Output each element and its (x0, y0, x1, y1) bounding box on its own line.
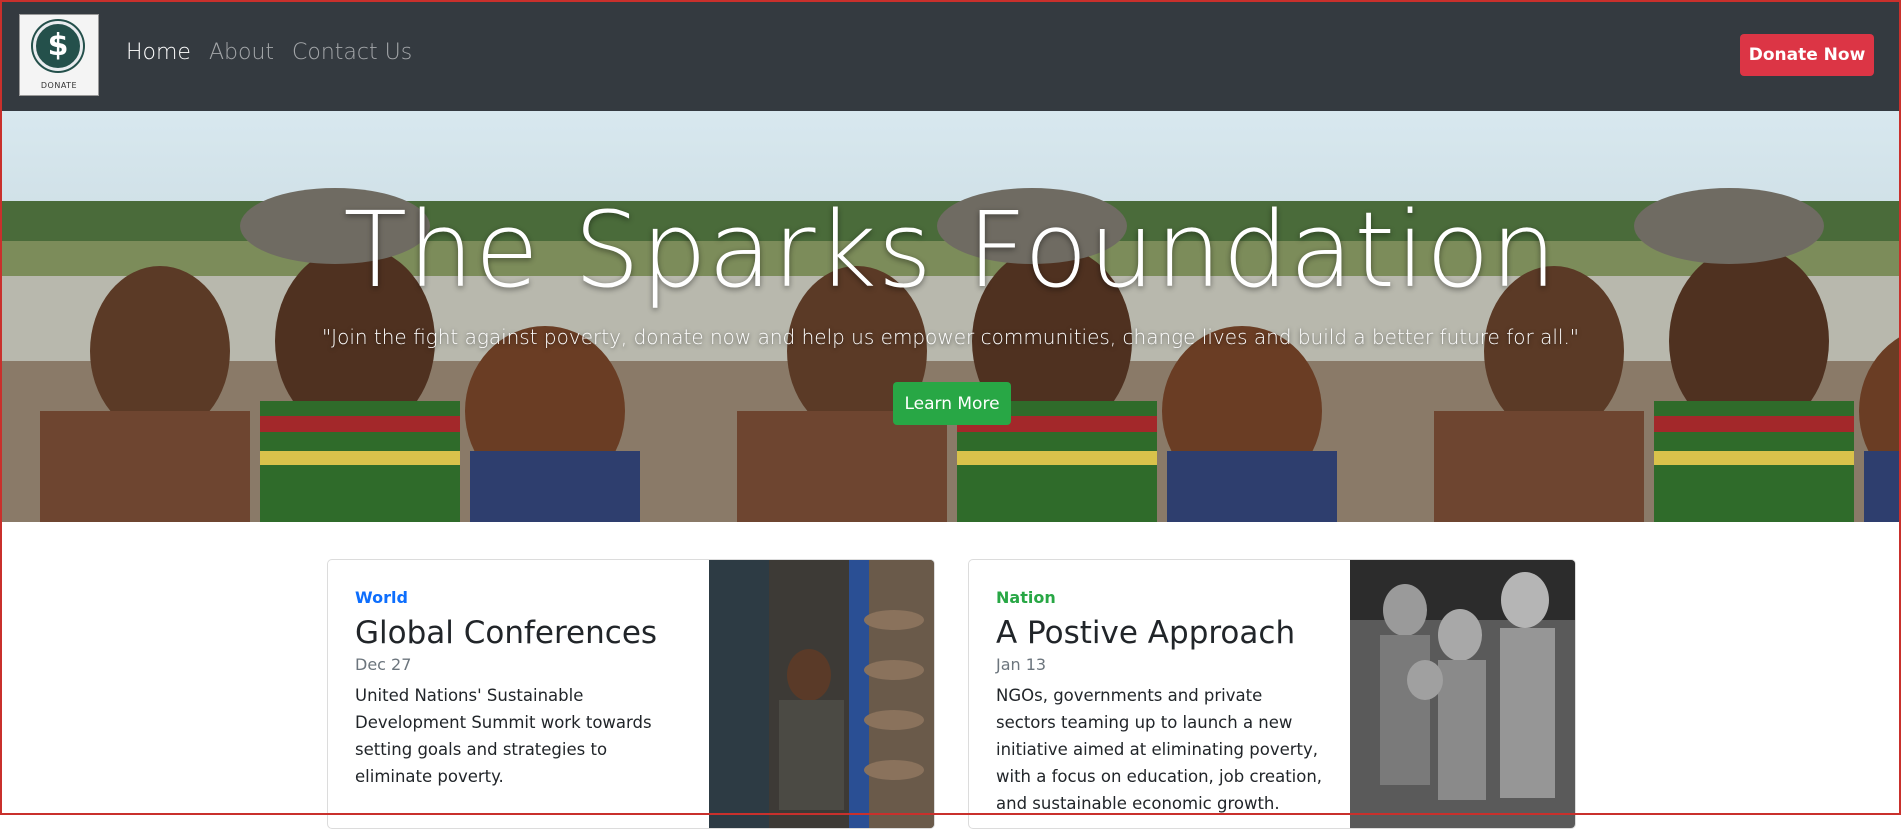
nav-links: Home About Contact Us (126, 40, 412, 65)
hero-title: The Sparks Foundation (343, 189, 1558, 311)
logo[interactable]: $ DONATE (19, 14, 99, 96)
card-date: Jan 13 (996, 655, 1047, 674)
logo-caption: DONATE (40, 81, 78, 90)
card-category: World (355, 588, 408, 607)
card-image (1350, 560, 1575, 828)
learn-more-button[interactable]: Learn More (893, 382, 1011, 425)
card-title: Global Conferences (355, 615, 658, 651)
donate-now-button[interactable]: Donate Now (1740, 34, 1874, 76)
nav-link-home[interactable]: Home (126, 40, 191, 65)
card-image (709, 560, 934, 828)
nav-link-contact[interactable]: Contact Us (292, 40, 412, 65)
news-card-nation[interactable]: Nation A Postive Approach Jan 13 NGOs, g… (968, 559, 1576, 829)
card-text: United Nations' Sustainable Development … (355, 686, 652, 786)
card-body: World Global Conferences Dec 27 United N… (355, 588, 685, 790)
card-body: Nation A Postive Approach Jan 13 NGOs, g… (996, 588, 1326, 817)
navbar: $ DONATE Home About Contact Us Donate No… (0, 0, 1901, 111)
card-date: Dec 27 (355, 655, 412, 674)
hero-image (1394, 111, 1901, 522)
dollar-icon: $ (33, 21, 83, 71)
hero-image (697, 111, 1394, 522)
hero-banner: The Sparks Foundation "Join the fight ag… (0, 111, 1901, 522)
card-title: A Postive Approach (996, 615, 1296, 651)
hero-subtitle: "Join the fight against poverty, donate … (321, 325, 1580, 349)
card-text: NGOs, governments and private sectors te… (996, 686, 1323, 813)
nav-link-about[interactable]: About (209, 40, 274, 65)
news-card-world[interactable]: World Global Conferences Dec 27 United N… (327, 559, 935, 829)
hero-image (0, 111, 697, 522)
card-category: Nation (996, 588, 1056, 607)
